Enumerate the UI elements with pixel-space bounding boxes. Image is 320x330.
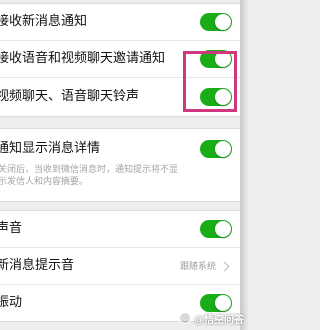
toggle-knob [215, 221, 231, 237]
row-new-message-tone[interactable]: 新消息提示音 跟随系统 [0, 248, 240, 284]
row-label: 声音 [0, 221, 23, 236]
phone-edge [240, 0, 250, 330]
row-label: 接收语音和视频聊天邀请通知 [0, 51, 166, 66]
row-new-message-notification[interactable]: 接收新消息通知 [0, 4, 240, 40]
show-message-details-toggle[interactable] [200, 140, 232, 158]
chevron-right-icon [219, 261, 230, 272]
highlight-annotation-box [183, 51, 237, 112]
message-details-group: 通知显示消息详情 关闭后，当收到微信消息时，通知提示将不显示发信人和内容摘要。 [0, 128, 240, 202]
toggle-knob [215, 295, 231, 311]
watermark: @悟空问答 [179, 310, 244, 326]
wukong-logo-icon [179, 312, 191, 324]
row-show-message-details[interactable]: 通知显示消息详情 关闭后，当收到微信消息时，通知提示将不显示发信人和内容摘要。 [0, 129, 240, 201]
row-label: 通知显示消息详情 [0, 141, 101, 156]
row-value: 跟随系统 [179, 262, 216, 272]
row-description: 关闭后，当收到微信消息时，通知提示将不显示发信人和内容摘要。 [0, 165, 179, 187]
toggle-knob [215, 14, 231, 30]
toggle-knob [215, 141, 231, 157]
notification-settings-screen: 接收新消息通知 接收语音和视频聊天邀请通知 视频聊天、语音聊天铃声 通知显示消息… [0, 0, 250, 330]
sound-group: 声音 新消息提示音 跟随系统 振动 [0, 210, 240, 322]
new-message-toggle[interactable] [200, 13, 232, 31]
row-label: 接收新消息通知 [0, 14, 88, 29]
row-label: 视频聊天、语音聊天铃声 [0, 89, 140, 104]
watermark-text: @悟空问答 [194, 314, 244, 326]
sound-toggle[interactable] [200, 220, 232, 238]
row-label: 新消息提示音 [0, 258, 75, 273]
row-sound[interactable]: 声音 [0, 211, 240, 247]
row-label: 振动 [0, 295, 23, 310]
